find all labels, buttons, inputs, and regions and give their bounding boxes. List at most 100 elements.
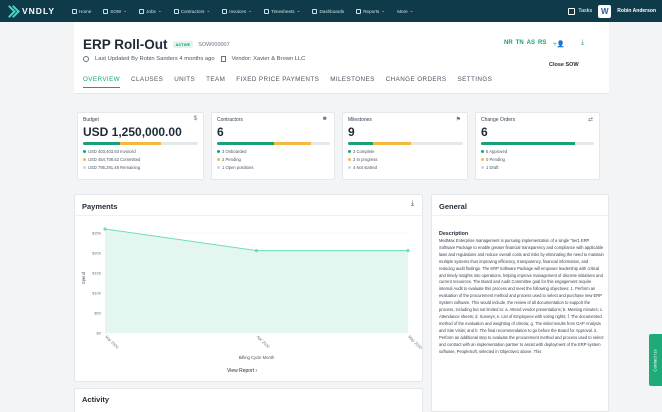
home-icon [72, 8, 77, 14]
contractors-icon [173, 8, 179, 14]
initial-as[interactable]: AS [527, 40, 535, 46]
description-text: MedMax Enterprise management is pursuing… [439, 238, 604, 354]
top-nav: VNDLY Home SOW ⌄ Jobs ⌄ Contractors ⌄ In… [0, 0, 662, 22]
timesheets-icon [264, 8, 270, 14]
tab-units[interactable]: UNITS [174, 76, 195, 88]
people-icon: ☻ [321, 116, 328, 122]
payments-chart: $0 $50 $100 $150 $200 $250 Mar 2020 Apr 2020 May… [81, 227, 424, 360]
committed-segment [119, 142, 162, 145]
contractors-legend: 3 Onboarded 2 Pending 1 Open positions [217, 149, 253, 173]
card-value: 9 [348, 125, 355, 139]
data-point [103, 227, 107, 231]
y-tick-label: $50 [94, 311, 101, 316]
gray-dot-icon [83, 166, 86, 169]
nav-right: Tasks W Robin Anderson [568, 4, 662, 18]
budget-legend: USD 403,403.93 Invoiced USD 454,708.52 C… [83, 149, 140, 173]
sow-icon [103, 8, 109, 14]
tasks-icon [568, 7, 576, 15]
green-dot-icon [217, 150, 220, 153]
contact-us-button[interactable]: Contact Us [649, 334, 662, 386]
avatar[interactable]: W [598, 4, 612, 18]
tab-milestones[interactable]: MILESTONES [330, 76, 374, 88]
tab-fixed-price-payments[interactable]: FIXED PRICE PAYMENTS [236, 76, 319, 88]
card-value: USD 1,250,000.00 [83, 125, 182, 139]
change-order-icon: ⇄ [587, 117, 593, 123]
payments-panel: Payments ⤓ $0 $50 $100 $150 $200 $250 Mar 2020… [74, 194, 424, 382]
complete-segment [348, 142, 374, 145]
gray-dot-icon [348, 166, 351, 169]
budget-card[interactable]: Budget $ USD 1,250,000.00 USD 403,403.93… [77, 112, 204, 180]
invoices-icon [222, 8, 228, 14]
logo[interactable]: VNDLY [0, 5, 66, 17]
vndly-logo-icon [7, 5, 19, 17]
meta-row: Last Updated By Robin Sanders 4 months a… [83, 56, 305, 62]
description-label: Description [439, 231, 469, 237]
in-progress-segment [373, 142, 412, 145]
green-dot-icon [481, 150, 484, 153]
tab-settings[interactable]: SETTINGS [458, 76, 493, 88]
reports-icon [356, 8, 362, 14]
tab-change-orders[interactable]: CHANGE ORDERS [386, 76, 447, 88]
vendor-name[interactable]: Vendor: Xavier & Brown LLC [232, 56, 306, 62]
initial-nr[interactable]: NR [504, 40, 513, 46]
list-item: USD 454,708.52 Committed [83, 157, 140, 162]
nav-item-dashboards[interactable]: Dashboards [306, 8, 350, 14]
payments-title: Payments [82, 202, 118, 211]
close-sow-button[interactable]: Close SOW [549, 62, 579, 68]
download-icon[interactable]: ⤓ [581, 39, 584, 47]
x-tick-label: Apr 2020 [256, 334, 272, 350]
list-item: 5 Approved [481, 149, 507, 154]
nav-item-more[interactable]: More ⌄ [391, 8, 419, 14]
y-tick-label: $0 [97, 331, 102, 336]
initial-rs[interactable]: RS [538, 40, 546, 46]
x-axis-label: Billing Cycle Month [239, 355, 275, 360]
list-item: 0 Pending [481, 157, 507, 162]
budget-progress-bar [83, 142, 198, 145]
amber-dot-icon [217, 158, 220, 161]
team-initials: NR TN AS RS [504, 40, 546, 46]
title-row: ERP Roll-Out ACTIVE SOW000007 [83, 37, 230, 52]
logo-text: VNDLY [22, 6, 56, 16]
jobs-icon [139, 8, 145, 14]
green-dot-icon [83, 150, 86, 153]
tasks-button[interactable]: Tasks [568, 7, 592, 15]
contractors-progress-bar [217, 142, 330, 145]
nav-item-jobs[interactable]: Jobs ⌄ [133, 8, 168, 14]
clock-icon [83, 56, 89, 62]
y-axis-label: Spend [81, 271, 86, 284]
initial-tn[interactable]: TN [516, 40, 524, 46]
nav-item-home[interactable]: Home [66, 8, 97, 14]
nav-item-invoices[interactable]: Invoices ⌄ [216, 8, 258, 14]
general-title: General [439, 202, 467, 211]
page-title: ERP Roll-Out [83, 37, 168, 52]
y-tick-label: $100 [92, 291, 102, 296]
payments-area [105, 229, 408, 333]
download-icon[interactable]: ⤓ [411, 200, 414, 208]
change-orders-card[interactable]: Change Orders ⇄ 6 5 Approved 0 Pending 1… [475, 112, 600, 180]
nav-item-sow[interactable]: SOW ⌄ [97, 8, 133, 14]
nav-item-contractors[interactable]: Contractors ⌄ [168, 8, 217, 14]
divider [432, 215, 608, 216]
list-item: 1 Open positions [217, 165, 253, 170]
sow-header: ERP Roll-Out ACTIVE SOW000007 Last Updat… [74, 22, 609, 94]
contractors-card[interactable]: Contractors ☻ 6 3 Onboarded 2 Pending 1 … [211, 112, 335, 180]
list-item: 2 Pending [217, 157, 253, 162]
general-panel: General Description MedMax Enterprise ma… [431, 194, 609, 412]
approved-segment [481, 142, 575, 145]
nav-item-timesheets[interactable]: Timesheets ⌄ [258, 8, 306, 14]
y-tick-label: $200 [92, 251, 102, 256]
change-orders-progress-bar [481, 142, 594, 145]
view-report-link[interactable]: View Report › [227, 368, 257, 374]
pending-segment [273, 142, 311, 145]
tab-team[interactable]: TEAM [206, 76, 225, 88]
add-user-icon[interactable]: +👤 [553, 40, 565, 48]
list-item: USD 795,291.48 Remaining [83, 165, 140, 170]
user-menu[interactable]: Robin Anderson [617, 8, 656, 14]
nav-item-reports[interactable]: Reports ⌄ [350, 8, 391, 14]
card-value: 6 [481, 125, 488, 139]
invoiced-segment [83, 142, 120, 145]
tab-clauses[interactable]: CLAUSES [131, 76, 163, 88]
milestones-card[interactable]: Milestones ⚑ 9 2 Complete 3 In progress … [342, 112, 468, 180]
y-tick-label: $150 [92, 271, 102, 276]
tab-overview[interactable]: OVERVIEW [83, 76, 121, 88]
